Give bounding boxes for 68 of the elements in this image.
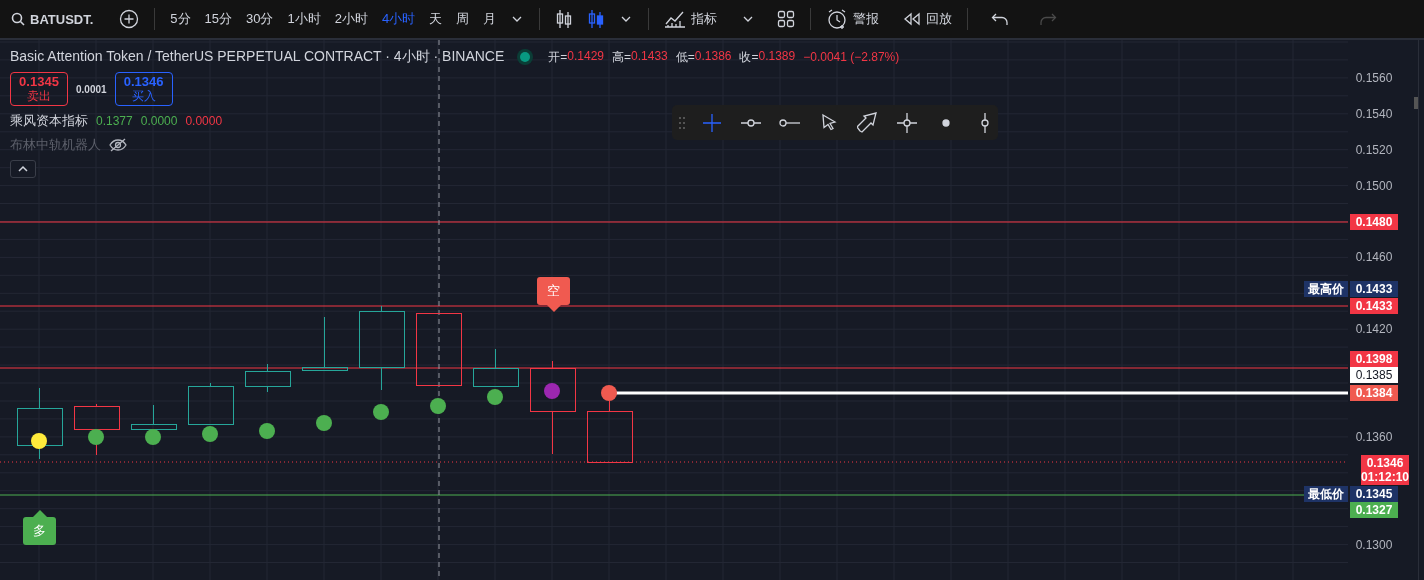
sell-signal-label: 空 [537,277,570,312]
price-badge: 0.1480 [1350,214,1398,230]
chart-title: Basic Attention Token / TetherUS PERPETUAL CONTRACT · 4小时 · BINANCE [10,48,505,66]
plus-circle-icon [119,9,140,29]
search-icon [11,12,25,26]
redo-icon [1039,12,1058,26]
price-axis-label: 0.1300 [1355,538,1393,552]
indicators-button[interactable]: 指标 [659,5,723,33]
ohlc-label: 高= [612,48,632,66]
price-badge: 0.1345 [1350,486,1398,502]
interval-tab[interactable]: 月 [478,6,502,32]
ohlc-value: 0.1386 [694,48,732,65]
drag-handle-icon[interactable] [678,115,686,130]
price-axis-label: 0.1360 [1355,430,1393,444]
undo-icon [991,12,1010,26]
interval-tab[interactable]: 5分 [165,6,196,32]
rewind-icon [903,12,922,26]
interval-tab[interactable]: 30分 [241,6,279,32]
indicator-name[interactable]: 乘风资本指标 [10,112,88,130]
interval-tab[interactable]: 2小时 [329,6,373,32]
price-badge: 0.1384 [1350,385,1398,401]
interval-tab[interactable]: 周 [451,6,475,32]
interval-tab[interactable]: 4小时 [376,6,421,32]
interval-tab[interactable]: 天 [424,6,448,32]
price-axis-label: 0.1420 [1355,322,1393,336]
ohlc-value: 0.1433 [631,48,668,65]
price-badge: 0.1433 [1350,298,1398,314]
arrow-icon[interactable] [857,111,879,134]
indicator-value: 0.0000 [185,114,223,128]
price-marker-label: 最低价 [1304,486,1348,502]
price-marker-label: 最高价 [1304,281,1348,297]
ohlc-label: 收= [739,48,759,66]
collapse-button[interactable] [10,160,36,178]
buy-button[interactable]: 0.1346 买入 [114,72,173,106]
symbol-search-button[interactable]: BATUSDT. [6,7,99,31]
price-axis-label: 0.1540 [1355,107,1393,121]
indicator-value: 0.0000 [140,114,178,128]
crosshair-icon[interactable] [701,111,723,134]
chevron-up-icon [18,165,28,173]
sell-button[interactable]: 0.1345 卖出 [10,72,68,106]
interval-tab[interactable]: 1小时 [282,6,326,32]
price-axis-label: 0.1520 [1355,143,1393,157]
grid-icon [777,10,796,28]
ohlc-label: 低= [675,48,695,66]
spread-value: 0.0001 [76,83,107,95]
line-chart-icon [664,9,687,29]
ohlc-value: 0.1389 [758,48,796,65]
price-badge: 0.1385 [1350,367,1398,383]
eye-off-icon[interactable] [109,138,127,152]
scrollbar-thumb[interactable] [1414,97,1418,109]
price-badge: 0.1327 [1350,502,1398,518]
alert-button[interactable]: 警报 [821,4,885,34]
price-axis-label: 0.1460 [1355,250,1393,264]
price-badge: 0.1346 01:12:10 [1361,455,1410,485]
candlestick-icon[interactable] [555,8,574,30]
price-axis-label: 0.1560 [1355,71,1393,85]
price-axis-label: 0.1500 [1355,179,1393,193]
ohlc-label: 开= [548,48,568,66]
replay-button[interactable]: 回放 [898,6,958,32]
buy-signal-label: 多 [23,510,56,545]
indicator-value: 0.1377 [96,114,133,128]
alarm-clock-icon [826,8,849,30]
interval-tab[interactable]: 15分 [199,6,237,32]
ohlc-value: 0.1429 [567,48,605,65]
price-badge: 0.1433 [1350,281,1398,297]
crosshair-point-icon[interactable] [896,111,918,134]
price-change: −0.0041 (−2.87%) [803,50,900,64]
price-badge: 0.1398 [1350,351,1398,367]
